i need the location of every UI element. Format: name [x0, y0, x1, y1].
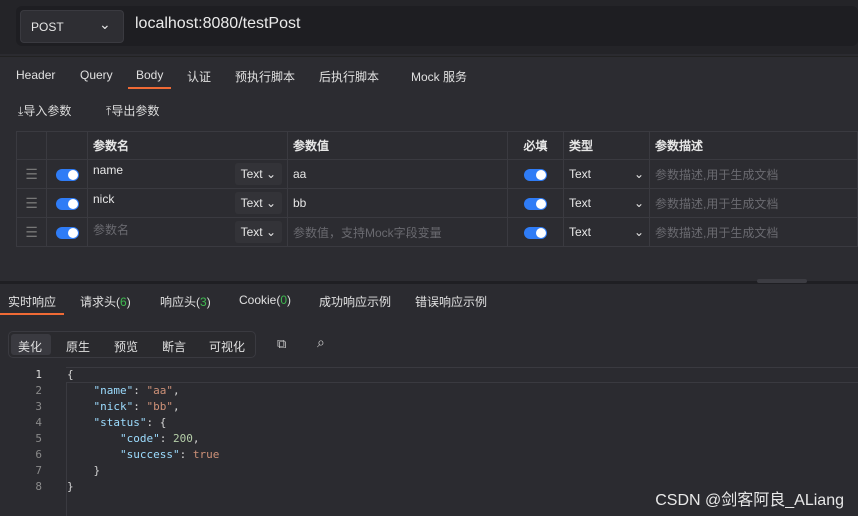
params-table: 参数名 参数值 必填 类型 参数描述 ☰ name Text ⌄ aa Text ⌄… — [16, 131, 858, 247]
type-select[interactable]: Text ⌄ — [563, 159, 650, 189]
param-desc[interactable]: 参数描述,用于生成文档 — [649, 188, 858, 218]
col-name: 参数名 — [87, 131, 288, 160]
tab-success-example[interactable]: 成功响应示例 — [319, 293, 391, 310]
tab-pre-script[interactable]: 预执行脚本 — [235, 68, 295, 85]
tab-realtime-response[interactable]: 实时响应 — [8, 293, 56, 310]
param-name[interactable]: name — [93, 163, 123, 177]
import-params-button[interactable]: ⤓导入参数 — [18, 102, 71, 119]
code-line: "name": "aa", — [67, 384, 180, 397]
table-row: ☰ name Text ⌄ aa Text ⌄ 参数描述,用于生成文档 — [16, 159, 858, 189]
panel-divider[interactable] — [0, 281, 858, 284]
export-params-button[interactable]: ⤒导出参数 — [106, 102, 159, 119]
code-line: "status": { — [67, 416, 167, 429]
tab-mock[interactable]: Mock 服务 — [411, 68, 467, 85]
mode-preview[interactable]: 预览 — [114, 338, 138, 355]
chevron-down-icon: ⌄ — [99, 16, 111, 32]
drag-handle-icon[interactable]: ☰ — [16, 159, 47, 189]
tab-response-headers[interactable]: 响应头(3) — [160, 293, 211, 310]
tab-header[interactable]: Header — [16, 68, 55, 82]
table-row-new: ☰ 参数名 Text ⌄ 参数值，支持Mock字段变量 Text ⌄ 参数描述,用于… — [16, 217, 858, 247]
enable-toggle[interactable] — [55, 168, 79, 181]
required-toggle[interactable] — [524, 197, 547, 210]
active-tab-indicator — [0, 313, 64, 315]
drag-handle-icon[interactable]: ☰ — [16, 188, 47, 218]
code-line: "nick": "bb", — [67, 400, 180, 413]
code-line: } — [67, 480, 74, 493]
col-type: 类型 — [563, 131, 650, 160]
line-number: 1 — [35, 368, 42, 381]
code-line: "code": 200, — [67, 432, 200, 445]
line-number: 8 — [35, 480, 42, 493]
method-label: POST — [31, 20, 64, 34]
line-number: 5 — [35, 432, 42, 445]
mode-assert[interactable]: 断言 — [162, 338, 186, 355]
param-name[interactable]: nick — [93, 192, 114, 206]
chevron-down-icon: ⌄ — [633, 196, 644, 210]
view-mode-group: 美化 原生 预览 断言 可视化 — [8, 331, 256, 358]
drag-handle-icon[interactable]: ☰ — [16, 217, 47, 247]
param-value[interactable]: bb — [287, 188, 508, 218]
mode-visualize[interactable]: 可视化 — [209, 338, 245, 355]
param-name-input[interactable]: 参数名 — [93, 223, 129, 237]
line-number: 4 — [35, 416, 42, 429]
col-required: 必填 — [507, 131, 564, 160]
param-value[interactable]: aa — [287, 159, 508, 189]
enable-toggle[interactable] — [55, 197, 79, 210]
line-number: 7 — [35, 464, 42, 477]
tab-query[interactable]: Query — [80, 68, 113, 82]
type-select[interactable]: Text ⌄ — [563, 188, 650, 218]
line-number: 2 — [35, 384, 42, 397]
current-line-highlight — [66, 367, 858, 383]
param-value-input[interactable]: 参数值，支持Mock字段变量 — [287, 217, 508, 247]
watermark: CSDN @剑客阿良_ALiang — [655, 492, 844, 509]
tab-request-headers[interactable]: 请求头(6) — [80, 293, 131, 310]
kind-select[interactable]: Text ⌄ — [234, 192, 282, 214]
enable-toggle[interactable] — [55, 226, 79, 239]
required-toggle[interactable] — [524, 226, 547, 239]
tab-post-script[interactable]: 后执行脚本 — [319, 68, 379, 85]
code-line: } — [67, 464, 101, 477]
chevron-down-icon: ⌄ — [633, 225, 644, 239]
tab-auth[interactable]: 认证 — [187, 68, 211, 85]
chevron-down-icon: ⌄ — [633, 167, 644, 181]
url-input[interactable]: localhost:8080/testPost — [135, 15, 300, 33]
kind-select[interactable]: Text ⌄ — [234, 163, 282, 185]
type-select[interactable]: Text ⌄ — [563, 217, 650, 247]
table-row: ☰ nick Text ⌄ bb Text ⌄ 参数描述,用于生成文档 — [16, 188, 858, 218]
line-number: 3 — [35, 400, 42, 413]
active-tab-indicator — [128, 87, 171, 89]
required-toggle[interactable] — [524, 168, 547, 181]
mode-raw[interactable]: 原生 — [66, 338, 90, 355]
param-desc[interactable]: 参数描述,用于生成文档 — [649, 159, 858, 189]
col-desc: 参数描述 — [649, 131, 858, 160]
code-line: "success": true — [67, 448, 220, 461]
col-value: 参数值 — [287, 131, 508, 160]
copy-icon[interactable]: ⧉ — [277, 336, 286, 352]
line-number: 6 — [35, 448, 42, 461]
tab-error-example[interactable]: 错误响应示例 — [415, 293, 487, 310]
code-line: { — [67, 368, 74, 381]
mode-pretty[interactable]: 美化 — [18, 338, 42, 355]
search-icon[interactable]: ⌕ — [317, 334, 325, 351]
tab-body[interactable]: Body — [136, 68, 163, 82]
method-select[interactable]: POST ⌄ — [20, 10, 124, 43]
param-desc[interactable]: 参数描述,用于生成文档 — [649, 217, 858, 247]
tab-cookie[interactable]: Cookie(0) — [239, 293, 291, 307]
scrollbar[interactable] — [757, 279, 807, 283]
kind-select[interactable]: Text ⌄ — [234, 221, 282, 243]
